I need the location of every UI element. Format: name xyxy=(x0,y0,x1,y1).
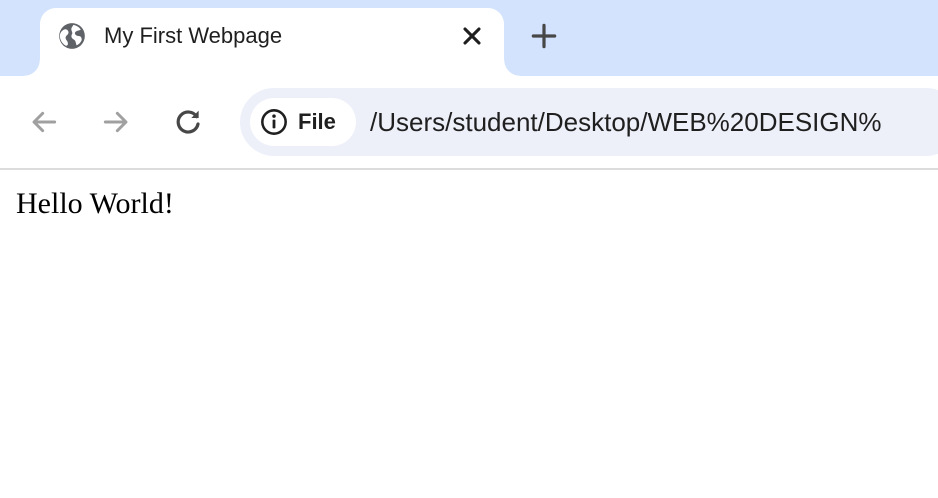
site-info-label: File xyxy=(298,109,336,134)
address-bar[interactable]: File /Users/student/Desktop/WEB%20DESIGN… xyxy=(240,88,938,156)
reload-icon[interactable] xyxy=(172,106,204,138)
arrow-right-icon[interactable] xyxy=(100,106,132,138)
arrow-left-icon[interactable] xyxy=(28,106,60,138)
page-text: Hello World! xyxy=(16,187,174,220)
globe-icon xyxy=(59,23,85,49)
info-icon xyxy=(261,109,287,135)
tab-title: My First Webpage xyxy=(104,23,283,48)
url-text[interactable]: /Users/student/Desktop/WEB%20DESIGN% xyxy=(370,106,882,138)
tab-strip: My First Webpage xyxy=(0,0,938,76)
page-content: Hello World! xyxy=(0,170,938,498)
tab-curve-right xyxy=(504,60,520,76)
plus-icon[interactable] xyxy=(528,20,560,52)
tab-curve-left xyxy=(24,60,40,76)
site-info-chip[interactable]: File xyxy=(250,98,356,146)
toolbar: File /Users/student/Desktop/WEB%20DESIGN… xyxy=(0,76,938,168)
close-icon[interactable] xyxy=(458,22,486,50)
